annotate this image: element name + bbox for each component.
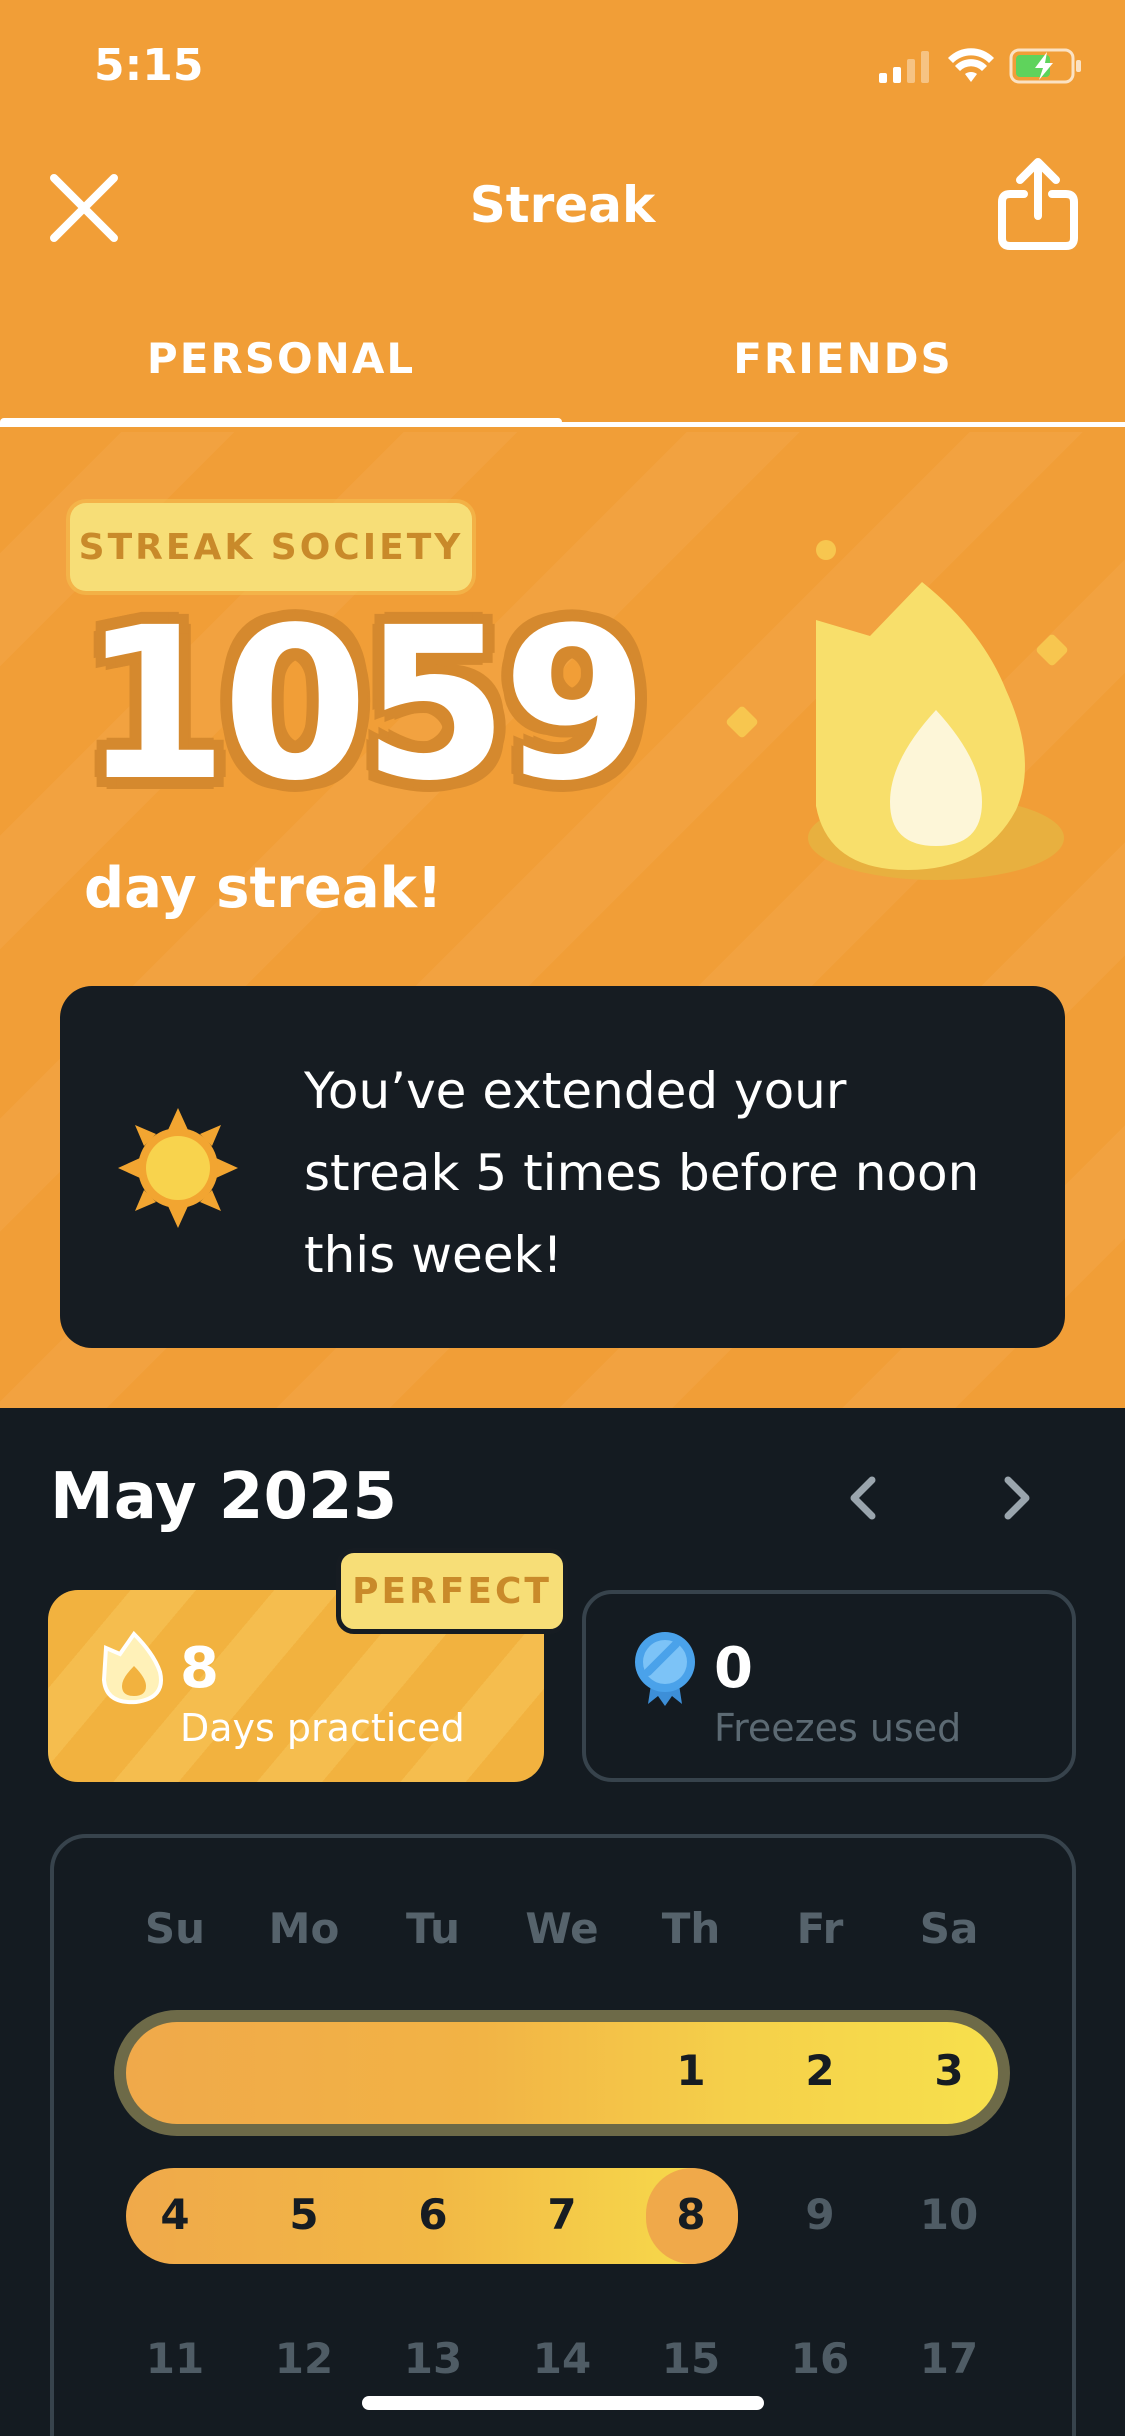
tab-personal[interactable]: PERSONAL bbox=[0, 334, 562, 383]
calendar-day[interactable]: 7 bbox=[497, 2190, 627, 2239]
calendar-month-title: May 2025 bbox=[50, 1460, 398, 1534]
calendar-day[interactable]: 16 bbox=[755, 2334, 885, 2383]
calendar-day[interactable]: 9 bbox=[755, 2190, 885, 2239]
weekday-label: Sa bbox=[919, 1904, 979, 1953]
weekday-label: Su bbox=[144, 1904, 206, 1953]
weekday-label: Tu bbox=[406, 1904, 460, 1953]
next-month-button[interactable] bbox=[988, 1466, 1044, 1530]
chevron-left-icon bbox=[850, 1476, 876, 1520]
calendar-day[interactable]: 6 bbox=[368, 2190, 498, 2239]
chevron-right-icon bbox=[1004, 1476, 1030, 1520]
calendar-day[interactable]: 17 bbox=[884, 2334, 1014, 2383]
flame-icon bbox=[101, 1630, 163, 1705]
share-icon bbox=[998, 158, 1078, 250]
days-practiced-value: 8 bbox=[180, 1636, 219, 1701]
message-text: You’ve extended your streak 5 times befo… bbox=[304, 1050, 1024, 1296]
wifi-icon bbox=[948, 48, 994, 82]
perfect-badge: PERFECT bbox=[336, 1548, 568, 1634]
battery-charging-icon bbox=[1009, 48, 1081, 84]
calendar-day[interactable]: 11 bbox=[110, 2334, 240, 2383]
message-line: You’ve extended your bbox=[304, 1062, 847, 1120]
weekday-label: Fr bbox=[796, 1904, 844, 1953]
home-indicator bbox=[362, 2396, 764, 2410]
calendar-day[interactable]: 14 bbox=[497, 2334, 627, 2383]
calendar-day[interactable]: 15 bbox=[626, 2334, 756, 2383]
calendar-day[interactable]: 3 bbox=[884, 2046, 1014, 2095]
streak-freeze-icon bbox=[635, 1632, 695, 1706]
tab-active-indicator bbox=[0, 418, 562, 427]
status-time: 5:15 bbox=[94, 40, 204, 91]
calendar-day[interactable]: 5 bbox=[239, 2190, 369, 2239]
calendar-day[interactable]: 13 bbox=[368, 2334, 498, 2383]
weekday-label: Mo bbox=[268, 1904, 340, 1953]
message-line: streak 5 times before noon bbox=[304, 1144, 980, 1202]
calendar-day-today[interactable]: 8 bbox=[626, 2190, 756, 2239]
freezes-used-value: 0 bbox=[714, 1636, 753, 1701]
calendar-day[interactable]: 4 bbox=[110, 2190, 240, 2239]
share-button[interactable] bbox=[996, 158, 1080, 250]
calendar-day[interactable]: 2 bbox=[755, 2046, 885, 2095]
streak-flame-icon bbox=[726, 540, 1068, 880]
previous-month-button[interactable] bbox=[836, 1466, 892, 1530]
weekday-label: We bbox=[525, 1904, 599, 1953]
calendar-day[interactable]: 10 bbox=[884, 2190, 1014, 2239]
weekday-label: Th bbox=[661, 1904, 721, 1953]
sun-icon bbox=[118, 1108, 238, 1228]
calendar-day[interactable]: 1 bbox=[626, 2046, 756, 2095]
signal-icon bbox=[879, 51, 929, 83]
streak-count: 1059 bbox=[82, 582, 648, 827]
status-icons bbox=[877, 48, 1083, 84]
streak-society-badge: STREAK SOCIETY bbox=[70, 503, 472, 591]
tab-friends[interactable]: FRIENDS bbox=[562, 334, 1124, 383]
message-line: this week! bbox=[304, 1226, 563, 1284]
streak-label: day streak! bbox=[84, 856, 443, 921]
freezes-used-label: Freezes used bbox=[714, 1706, 962, 1750]
days-practiced-label: Days practiced bbox=[180, 1706, 465, 1750]
calendar-day[interactable]: 12 bbox=[239, 2334, 369, 2383]
page-title: Streak bbox=[469, 176, 656, 234]
